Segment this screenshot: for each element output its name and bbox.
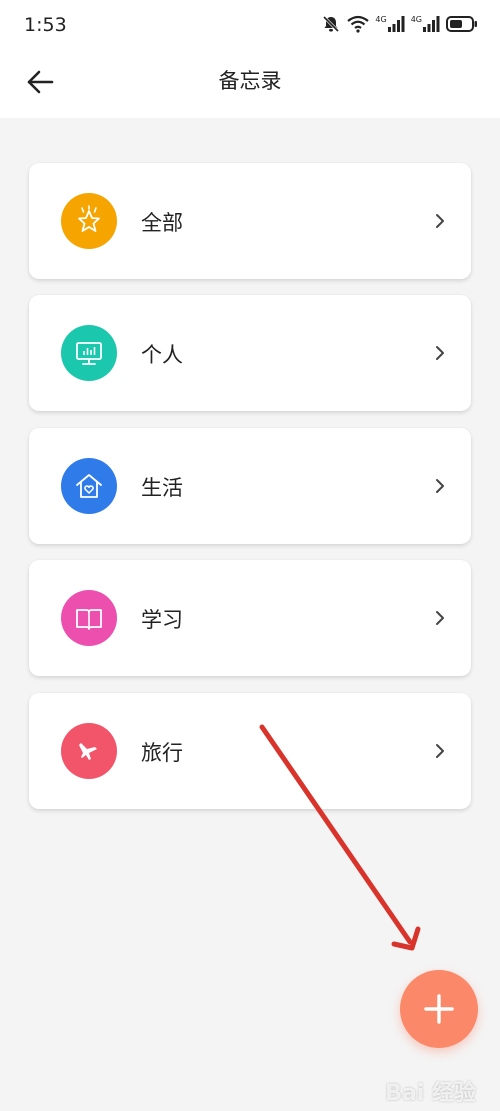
category-card-personal[interactable]: 个人 [29, 295, 471, 411]
category-card-life[interactable]: 生活 [29, 428, 471, 544]
monitor-icon [76, 342, 102, 365]
chevron-right-icon [436, 214, 444, 228]
status-time: 1:53 [24, 14, 67, 36]
status-bar: 1:53 4G 4G [0, 0, 500, 52]
add-button[interactable] [400, 970, 478, 1048]
category-icon-circle [61, 458, 117, 514]
app-header: 备忘录 [0, 52, 500, 118]
mute-bell-icon [321, 14, 341, 38]
category-card-all[interactable]: 全部 [29, 163, 471, 279]
signal-icon [387, 15, 405, 37]
category-icon-circle [61, 723, 117, 779]
signal-icon [422, 15, 440, 37]
category-label: 旅行 [141, 741, 183, 765]
category-icon-circle [61, 193, 117, 249]
category-label: 个人 [141, 343, 183, 367]
watermark: Bai 经验 [385, 1081, 476, 1106]
airplane-icon [79, 743, 97, 760]
chevron-right-icon [436, 744, 444, 758]
category-card-travel[interactable]: 旅行 [29, 693, 471, 809]
wifi-icon [347, 15, 370, 37]
plus-icon [424, 994, 454, 1024]
page-title: 备忘录 [218, 69, 282, 93]
signal-label: 4G [410, 14, 422, 24]
category-icon-circle [61, 325, 117, 381]
star-icon [78, 205, 100, 232]
category-card-study[interactable]: 学习 [29, 560, 471, 676]
chevron-right-icon [436, 611, 444, 625]
chevron-right-icon [436, 346, 444, 360]
category-icon-circle [61, 590, 117, 646]
status-icons: 4G 4G [321, 14, 478, 38]
signal-label: 4G [375, 14, 387, 24]
chevron-right-icon [436, 479, 444, 493]
home-icon [76, 474, 102, 498]
category-label: 全部 [141, 211, 183, 235]
battery-icon [446, 15, 478, 37]
category-label: 生活 [141, 476, 183, 500]
book-icon [76, 609, 102, 630]
category-label: 学习 [141, 608, 183, 632]
